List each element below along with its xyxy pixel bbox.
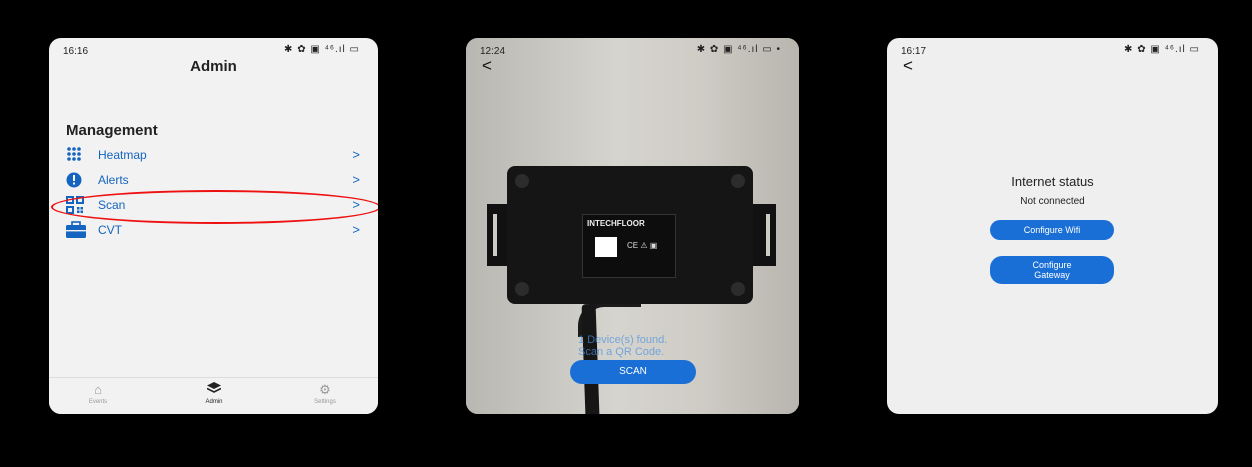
- ce-mark: CE ⚠ ▣: [627, 241, 658, 250]
- brand-logo: INTECHFLOOR: [587, 219, 645, 228]
- screw: [731, 282, 745, 296]
- internet-status-value: Not connected: [1020, 196, 1085, 207]
- menu-label-alerts: Alerts: [98, 173, 129, 187]
- screw: [515, 282, 529, 296]
- home-icon: ⌂: [94, 382, 102, 397]
- status-bar: 16:16 ✱ ✿ ▣ ⁴⁶.ıl ▭: [49, 38, 378, 60]
- chevron-right-icon: >: [352, 172, 360, 187]
- chevron-right-icon: >: [352, 222, 360, 237]
- nav-label-admin: Admin: [205, 399, 223, 405]
- configure-wifi-button[interactable]: Configure Wifi: [990, 220, 1114, 240]
- menu-label-cvt: CVT: [98, 223, 122, 237]
- nav-item-events[interactable]: ⌂ Events: [68, 381, 128, 405]
- status-icons: ✱ ✿ ▣ ⁴⁶.ıl ▭ •: [696, 44, 781, 55]
- gateway-button-line1: Configure: [1032, 260, 1072, 270]
- menu-label-heatmap: Heatmap: [98, 148, 147, 162]
- layers-icon: [184, 381, 244, 399]
- scan-button[interactable]: SCAN: [570, 360, 696, 384]
- alert-circle-icon: [66, 172, 82, 188]
- screw: [731, 174, 745, 188]
- hint-line: Scan a QR Code.: [578, 346, 665, 358]
- page-title: Admin: [190, 58, 237, 75]
- screw: [515, 174, 529, 188]
- internet-status-screen: 16:17 ✱ ✿ ▣ ⁴⁶.ıl ▭ < Internet status No…: [887, 38, 1218, 414]
- scan-screen: 12:24 ✱ ✿ ▣ ⁴⁶.ıl ▭ • < INTECHFLOOR CE ⚠…: [466, 38, 799, 414]
- grid-dots-icon: [67, 147, 81, 161]
- nav-item-settings[interactable]: ⚙ Settings: [295, 381, 355, 405]
- back-button[interactable]: <: [482, 56, 492, 76]
- chevron-right-icon: >: [352, 147, 360, 162]
- bottom-nav: ⌂ Events Admin ⚙ Settings: [49, 377, 378, 414]
- nav-label-events: Events: [88, 399, 108, 405]
- configure-gateway-button[interactable]: Configure Gateway: [990, 256, 1114, 284]
- internet-status-title: Internet status: [1011, 174, 1094, 189]
- status-bar: 16:17 ✱ ✿ ▣ ⁴⁶.ıl ▭: [887, 38, 1218, 60]
- highlight-ellipse: [51, 190, 378, 224]
- status-icons: ✱ ✿ ▣ ⁴⁶.ıl ▭: [284, 44, 360, 55]
- scan-status-text: 1 Device(s) found. Scan a QR Code.: [578, 334, 667, 358]
- nav-label-settings: Settings: [314, 399, 336, 405]
- qr-code: [595, 237, 617, 257]
- briefcase-icon: [66, 221, 86, 238]
- nav-item-admin[interactable]: Admin: [184, 381, 244, 405]
- found-line: 1 Device(s) found.: [578, 334, 668, 346]
- device-label: INTECHFLOOR CE ⚠ ▣: [582, 214, 676, 278]
- back-button[interactable]: <: [903, 56, 913, 76]
- admin-screen: 16:16 ✱ ✿ ▣ ⁴⁶.ıl ▭ Admin Management Hea…: [49, 38, 378, 414]
- section-heading: Management: [66, 122, 158, 139]
- status-icons: ✱ ✿ ▣ ⁴⁶.ıl ▭: [1124, 44, 1200, 55]
- gateway-button-line2: Gateway: [1034, 270, 1070, 280]
- status-bar: 12:24 ✱ ✿ ▣ ⁴⁶.ıl ▭ •: [466, 38, 799, 60]
- status-time: 16:16: [63, 46, 89, 57]
- menu-item-heatmap[interactable]: Heatmap >: [66, 144, 360, 168]
- gear-icon: ⚙: [319, 382, 331, 397]
- mount-bracket: [752, 204, 776, 266]
